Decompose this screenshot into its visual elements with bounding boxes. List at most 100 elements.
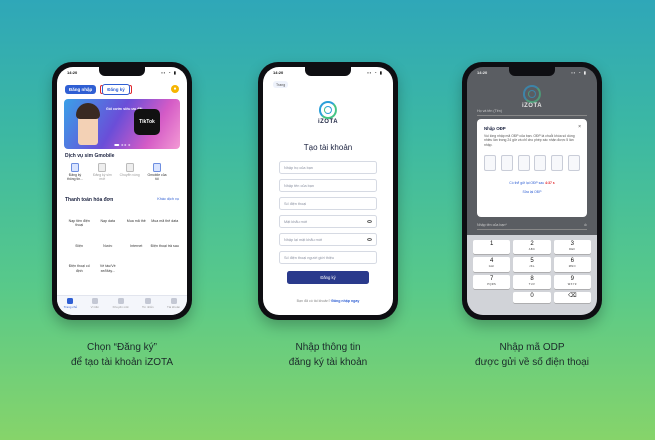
caption-line: Nhập thông tin [295,342,361,353]
bottom-tab-bar: Trang chủ Ví tiền Khuyến mãi Tin nhắn Tà… [57,295,187,315]
key-number: 1 [489,241,494,247]
bill-item[interactable]: Điện [65,244,94,248]
field-placeholder: Nhập lại mật khẩu mới [284,237,323,242]
bill-item[interactable]: Mua mã thẻ data [151,219,180,228]
tab-label: Ví tiền [90,305,100,309]
step3-caption: Nhập mã ODP được gửi về số điện thoại [432,340,632,370]
key-letters: ABC [528,248,536,251]
bill-item[interactable]: Điện thoại cố định [65,264,94,273]
phone-field[interactable]: Số điện thoại [279,197,377,210]
referrer-phone-field[interactable]: Số điện thoại người giới thiệu [279,251,377,264]
confirm-password-field[interactable]: Nhập lại mật khẩu mới [279,233,377,246]
bill-item[interactable]: Nạp tiền điện thoại [65,219,94,228]
service-item[interactable]: Đăng ký sim mới [92,163,112,181]
otp-digit-box[interactable] [567,155,580,171]
phone-screen-home: 14:20 ▪▪ ◔ ▮ Đăng nhập Đăng ký ● Gói cướ… [57,67,187,315]
otp-digit-box[interactable] [551,155,564,171]
eye-icon[interactable] [367,220,372,223]
tab-home[interactable]: Trang chủ [64,298,77,309]
bill-item[interactable]: Mua mã thẻ [122,219,151,228]
keypad-key[interactable]: 2 ABC [513,240,551,255]
wallet-icon [91,298,98,304]
field-placeholder: Nhập tên của bạn [284,183,314,188]
eye-icon[interactable] [367,238,372,241]
more-services-link[interactable]: Khác dịch vụ [157,197,179,201]
phone-mockup-otp: 14:20 ▪▪ ◔ ▮ iZOTA Họ và tên (Tên) Nhập … [462,62,602,320]
key-letters: JKL [529,265,535,269]
caption-line: đăng ký tài khoản [288,357,368,368]
otp-input-group[interactable] [484,155,580,171]
status-time: 14:20 [477,70,488,75]
backspace-key[interactable]: ⌫ [553,291,591,303]
izota-logo-icon [523,85,541,103]
tab-account[interactable]: Tài khoản [167,298,180,309]
close-icon[interactable]: × [578,124,581,130]
sim-card-icon [71,163,79,172]
bell-icon[interactable]: ● [171,85,179,93]
gmobile-icon [152,163,161,172]
background-field-text: Nhập tên của bạn* [477,223,507,227]
key-letters: WXYZ [567,282,577,286]
resend-prefix: Có thể gửi lại OĐP sau [509,181,545,185]
first-name-field[interactable]: Nhập tên của bạn [279,179,377,192]
bill-item[interactable]: Nước [94,244,123,248]
key-number: 5 [530,258,534,265]
promo-banner[interactable]: Gói cước siêu ưu đãi TikTok [64,99,180,149]
login-button[interactable]: Đăng nhập [65,84,97,94]
register-submit-button[interactable]: Đăng ký [287,271,369,284]
otp-digit-box[interactable] [500,155,513,171]
bill-item[interactable]: Nạp data [94,219,123,228]
bill-item[interactable]: Vé tàu/Vé xe/Máy... [94,264,123,273]
message-icon [144,298,151,304]
banner-pagination [114,144,130,146]
service-item[interactable]: Gmobile của tôi [147,163,167,181]
home-icon [67,298,74,304]
key-number: 4 [489,258,494,265]
status-time: 14:20 [273,70,284,75]
caption-line: Chọn “Đăng ký” [86,342,158,353]
tab-messages[interactable]: Tin nhắn [142,298,154,309]
resend-otp-text: Có thể gửi lại OĐP sau 4:37 s [477,181,587,185]
service-label: Đăng ký thông tin... [67,173,83,181]
bill-item[interactable]: Điện thoại trả sau [151,244,180,248]
tab-label: Tài khoản [167,305,181,309]
service-label: Đăng ký sim mới [93,173,112,181]
otp-digit-box[interactable] [484,155,496,171]
sim-card-icon [98,163,107,172]
register-button[interactable]: Đăng ký [102,83,130,95]
back-button[interactable]: Trang [273,81,289,88]
edit-otp-link[interactable]: Sửa lại OĐP [477,190,587,194]
keypad-key[interactable]: 0 [513,291,551,303]
tab-wallet[interactable]: Ví tiền [90,298,100,309]
modal-title: Nhập OĐP [484,126,506,131]
caption-line: được gửi về số điện thoại [475,357,589,368]
otp-digit-box[interactable] [517,155,530,171]
login-now-link[interactable]: Đăng nhập ngay [331,299,359,303]
key-number: 6 [570,258,574,265]
phone-notch [509,67,555,76]
keypad-key[interactable]: 4 GHI [473,257,511,272]
keypad-key[interactable]: 9 WXYZ [553,274,591,289]
keypad-key[interactable]: 3 DEF [553,240,591,255]
keypad-key[interactable]: 7 PQRS [473,274,511,289]
numeric-keypad: 1 2 ABC 3 DEF 4 GHI 5 JKL 6 MNO 7 PQRS 8 TUV 9 WXYZ 0 ⌫ [467,235,597,315]
field-placeholder: Số điện thoại người giới thiệu [284,255,334,260]
service-item[interactable]: Chuyển vùng [120,163,140,181]
key-number: 7 [489,275,494,282]
keypad-key[interactable]: 6 MNO [553,257,591,272]
key-number: 8 [530,275,534,282]
background-field: Nhập tên của bạn* ⊘ [477,221,587,230]
resend-timer: 4:37 s [545,181,555,185]
otp-digit-box[interactable] [534,155,547,171]
tiktok-logo: TikTok [134,109,160,135]
password-field[interactable]: Mật khẩu mới [279,215,377,228]
keypad-key[interactable]: 8 TUV [513,274,551,289]
keypad-key[interactable]: 1 [473,240,511,255]
keypad-key[interactable]: 5 JKL [513,257,551,272]
last-name-field[interactable]: Nhập họ của bạn [279,161,377,174]
izota-logo-icon [319,101,337,119]
otp-modal: Nhập OĐP × Vui lòng nhập mã OĐP của bạn.… [477,119,587,217]
service-item[interactable]: Đăng ký thông tin... [65,163,85,181]
tab-promotions[interactable]: Khuyến mãi [113,298,128,309]
bill-item[interactable]: Internet [122,244,151,248]
